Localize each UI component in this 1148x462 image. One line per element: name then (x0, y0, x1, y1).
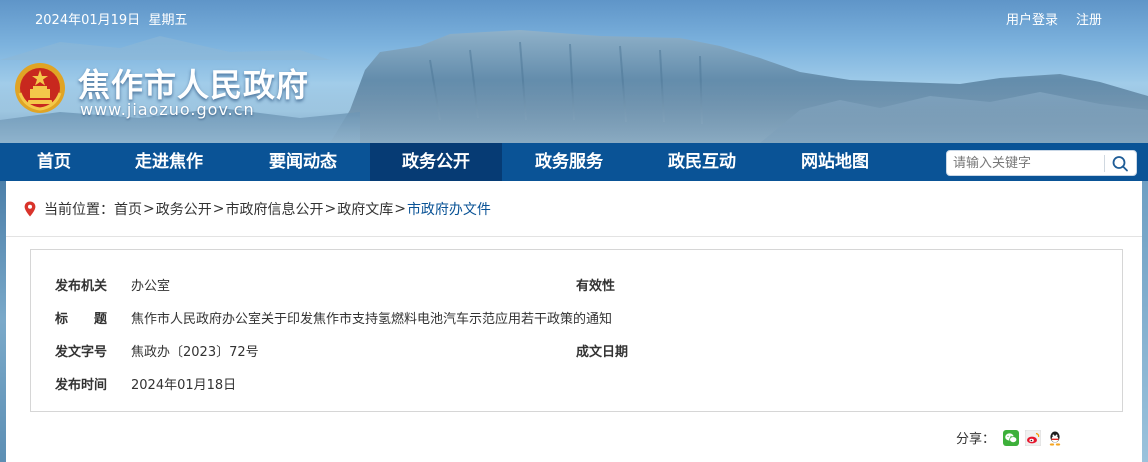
written-date-label: 成文日期 (576, 345, 629, 360)
nav-government-services[interactable]: 政务服务 (502, 143, 636, 181)
title-value: 焦作市人民政府办公室关于印发焦作市支持氢燃料电池汽车示范应用若干政策的通知 (131, 312, 613, 327)
site-url: www.jiaozuo.gov.cn (80, 100, 255, 119)
nav-government-affairs[interactable]: 政务公开 (370, 143, 502, 181)
breadcrumb-divider (6, 236, 1142, 237)
search-icon[interactable] (1109, 153, 1131, 174)
breadcrumb-separator: > (143, 201, 155, 217)
share-bar: 分享： (956, 428, 1063, 447)
breadcrumb-current[interactable]: 市政府办文件 (407, 199, 491, 219)
nav-home[interactable]: 首页 (6, 143, 102, 181)
weibo-icon[interactable] (1025, 429, 1042, 446)
breadcrumb: 当前位置： 首页 > 政务公开 > 市政府信息公开 > 政府文库 > 市政府办文… (24, 199, 491, 219)
document-info-panel: 发布机关 办公室 有效性 标 题 焦作市人民政府办公室关于印发焦作市支持氢燃料电… (30, 249, 1123, 412)
issuer-label: 发布机关 (55, 279, 108, 294)
current-date: 2024年01月19日 星期五 (35, 9, 187, 28)
background-strip-right (1142, 181, 1148, 462)
nav-interaction[interactable]: 政民互动 (636, 143, 768, 181)
breadcrumb-government-affairs[interactable]: 政务公开 (156, 199, 212, 219)
breadcrumb-separator: > (324, 201, 337, 217)
qq-icon[interactable] (1047, 430, 1063, 446)
location-pin-icon (24, 201, 36, 217)
wechat-icon[interactable] (1003, 429, 1020, 446)
search-box (946, 150, 1137, 176)
breadcrumb-separator: > (394, 201, 406, 217)
search-divider (1104, 155, 1105, 172)
main-content: 当前位置： 首页 > 政务公开 > 市政府信息公开 > 政府文库 > 市政府办文… (6, 181, 1142, 462)
national-emblem-icon (15, 63, 65, 113)
search-input[interactable] (953, 154, 1103, 173)
publish-time-value: 2024年01月18日 (131, 378, 237, 393)
weekday-text: 星期五 (148, 13, 188, 28)
breadcrumb-prefix: 当前位置： (44, 202, 114, 218)
date-text: 2024年01月19日 (35, 13, 141, 28)
register-link[interactable]: 注册 (1076, 9, 1102, 28)
nav-about-jiaozuo[interactable]: 走进焦作 (102, 143, 236, 181)
breadcrumb-government-library[interactable]: 政府文库 (337, 199, 393, 219)
share-label: 分享： (956, 432, 996, 447)
issuer-value: 办公室 (131, 279, 171, 294)
breadcrumb-separator: > (212, 201, 225, 217)
nav-sitemap[interactable]: 网站地图 (768, 143, 902, 181)
user-links: 用户登录 注册 (1006, 9, 1102, 28)
title-label: 标 题 (55, 312, 108, 327)
breadcrumb-info-disclosure[interactable]: 市政府信息公开 (225, 199, 323, 219)
nav-news[interactable]: 要闻动态 (236, 143, 370, 181)
doc-number-value: 焦政办〔2023〕72号 (131, 345, 259, 360)
header-banner: 2024年01月19日 星期五 用户登录 注册 焦作市人民政府 www.jiao… (0, 0, 1148, 143)
doc-number-label: 发文字号 (55, 345, 108, 360)
publish-time-label: 发布时间 (55, 378, 108, 393)
login-link[interactable]: 用户登录 (1006, 9, 1058, 28)
validity-label: 有效性 (576, 279, 616, 294)
breadcrumb-home[interactable]: 首页 (114, 199, 142, 219)
